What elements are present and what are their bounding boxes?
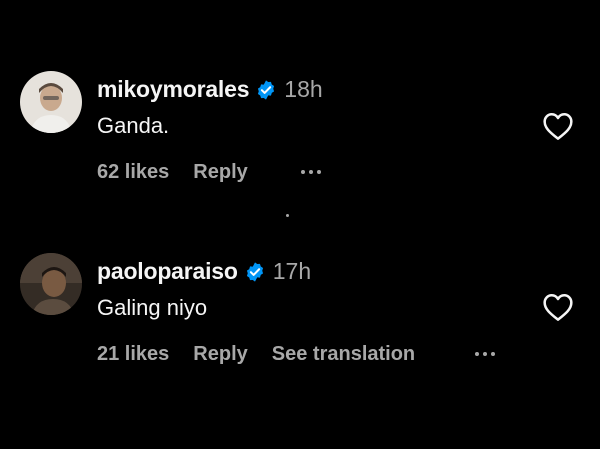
comment-timestamp[interactable]: 17h xyxy=(273,258,311,285)
more-options-icon[interactable] xyxy=(475,352,495,356)
comment-header: mikoymorales 18h xyxy=(97,76,323,103)
username-link[interactable]: mikoymorales xyxy=(97,76,249,103)
comment-timestamp[interactable]: 18h xyxy=(284,76,322,103)
username-link[interactable]: paoloparaiso xyxy=(97,258,238,285)
comment-actions: 62 likes Reply xyxy=(97,161,272,184)
avatar[interactable] xyxy=(20,71,82,133)
reply-button[interactable]: Reply xyxy=(193,343,247,366)
verified-badge-icon xyxy=(258,79,275,100)
heart-outline-icon[interactable] xyxy=(542,111,574,141)
comment-text: Galing niyo xyxy=(97,295,208,320)
comment-actions: 21 likes Reply See translation xyxy=(97,343,439,366)
see-translation-link[interactable]: See translation xyxy=(272,343,415,366)
avatar[interactable] xyxy=(20,253,82,315)
comment-header: paoloparaiso 17h xyxy=(97,258,311,285)
heart-outline-icon[interactable] xyxy=(542,292,574,322)
likes-count-link[interactable]: 62 likes xyxy=(97,161,169,184)
likes-count-link[interactable]: 21 likes xyxy=(97,343,169,366)
reply-button[interactable]: Reply xyxy=(193,161,247,184)
separator-dot xyxy=(286,214,289,217)
more-options-icon[interactable] xyxy=(301,170,321,174)
verified-badge-icon xyxy=(246,261,263,282)
comment-text: Ganda. xyxy=(97,113,170,138)
